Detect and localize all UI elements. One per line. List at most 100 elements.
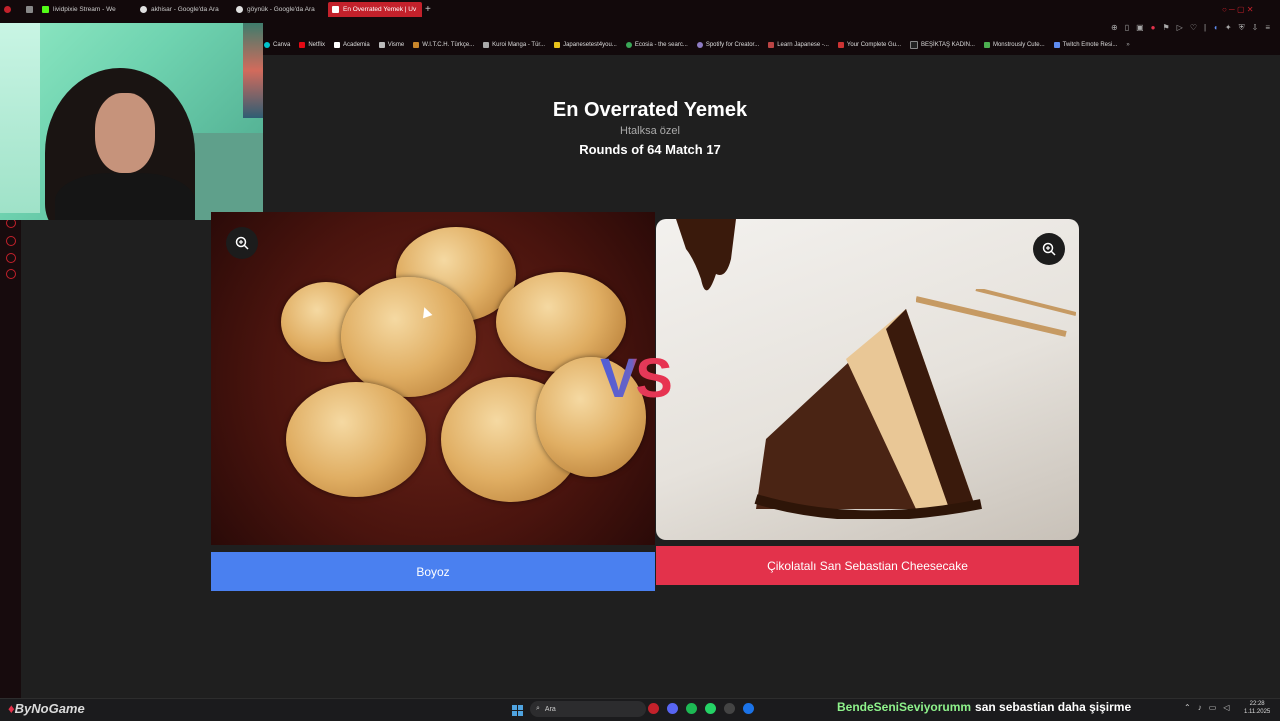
- left-option-image[interactable]: [211, 212, 655, 545]
- bookmark-label: Kuroi Manga - Tür...: [492, 42, 546, 48]
- webcam-shelf: [185, 133, 263, 220]
- webcam-poster: [243, 23, 263, 118]
- bookmark-label: Monstrously Cute...: [992, 42, 1045, 48]
- bookmark[interactable]: Learn Japanese -...: [768, 42, 829, 48]
- translate-icon[interactable]: ⚑: [1163, 23, 1170, 33]
- clock[interactable]: 22:28 1.11.2025: [1244, 700, 1270, 716]
- zoom-icon[interactable]: ⊕: [1111, 23, 1118, 33]
- brand-flame-icon: ♦: [8, 701, 15, 716]
- volume-icon[interactable]: ◁: [1223, 703, 1229, 712]
- bookmark[interactable]: Visme: [378, 42, 404, 48]
- heart-icon[interactable]: ♡: [1190, 23, 1197, 33]
- bookmark-label: Your Complete Gu...: [846, 42, 902, 48]
- bookmark-label: Academia: [343, 42, 370, 48]
- bookmark[interactable]: Ecosia - the searc...: [625, 42, 688, 48]
- zoom-in-icon[interactable]: [226, 227, 258, 259]
- sidebar-icon[interactable]: [6, 236, 16, 246]
- tab-kick-stream[interactable]: lividpixie Stream - We: [42, 2, 128, 17]
- chat-overlay: BendeSeniSeviyorumm san sebastian daha şi…: [837, 700, 1131, 714]
- system-tray: ⌃ ♪ ▭ ◁: [1184, 703, 1229, 712]
- bookmark-label: Ecosia - the searc...: [634, 42, 688, 48]
- bookmark[interactable]: Monstrously Cute...: [983, 42, 1045, 48]
- sidebar-icon[interactable]: [6, 269, 16, 279]
- puzzle-icon[interactable]: ✦: [1225, 23, 1232, 33]
- taskbar-search[interactable]: ⌕ Ara: [530, 701, 646, 717]
- chevron-up-icon[interactable]: ⌃: [1184, 703, 1191, 712]
- page-subtitle: Htalksa özel: [620, 125, 680, 137]
- bookmark[interactable]: Spotify for Creator...: [696, 42, 760, 48]
- webcam-overlay: [0, 23, 263, 220]
- bookmarks-bar: Canva Netflix Academia Visme W.I.T.C.H. …: [264, 38, 1280, 52]
- taskbar-apps: [648, 703, 754, 714]
- choose-right-button[interactable]: Çikolatalı San Sebastian Cheesecake: [656, 546, 1079, 585]
- fork: [916, 289, 1076, 337]
- streamer-face: [95, 93, 155, 173]
- extension-icon[interactable]: ▯: [1125, 23, 1129, 33]
- screenshot-icon[interactable]: ▣: [1136, 23, 1144, 33]
- bookmark[interactable]: BEŞİKTAŞ KADIN...: [910, 41, 975, 49]
- play-icon[interactable]: ▷: [1177, 23, 1183, 33]
- bookmark-label: Japanesetest4you...: [563, 42, 617, 48]
- bookmark[interactable]: Academia: [334, 42, 370, 48]
- bookmark-label: W.I.T.C.H. Türkçe...: [422, 42, 475, 48]
- chocolate-drip: [676, 219, 736, 291]
- choose-left-button[interactable]: Boyoz: [211, 552, 655, 591]
- bookmark[interactable]: Twitch Emote Resi...: [1053, 42, 1118, 48]
- tab-overview-icon[interactable]: [26, 2, 38, 17]
- discord-icon[interactable]: [667, 703, 678, 714]
- browser-extension-icons[interactable]: ⊕ ▯ ▣ ● ⚑ ▷ ♡ | ◖ ✦ ⛨ ⇩ ≡: [1111, 23, 1270, 33]
- tab-label: En Overrated Yemek | Uv: [343, 6, 417, 13]
- sidebar-icon[interactable]: [6, 253, 16, 263]
- microphone-icon[interactable]: ♪: [1198, 703, 1202, 712]
- spotify-icon[interactable]: [686, 703, 697, 714]
- brand-label: ByNoGame: [14, 701, 85, 716]
- bookmark-label: Netflix: [308, 42, 326, 48]
- tab-active[interactable]: En Overrated Yemek | Uv: [328, 2, 422, 17]
- search-icon: ⌕: [536, 705, 540, 712]
- clock-date: 1.11.2025: [1244, 709, 1271, 715]
- pastry: [286, 382, 426, 497]
- bookmark[interactable]: Canva: [264, 42, 290, 48]
- new-tab-button[interactable]: +: [425, 2, 435, 17]
- audio-icon[interactable]: ◖: [1213, 23, 1218, 33]
- bookmark-label: Canva: [273, 42, 291, 48]
- chat-username: BendeSeniSeviyorumm: [837, 700, 972, 714]
- tab-akhisar[interactable]: akhisar - Google'da Ara: [140, 2, 224, 17]
- divider-icon: |: [1204, 23, 1207, 32]
- bookmark[interactable]: Netflix: [299, 42, 325, 48]
- window-controls[interactable]: ○ ─ ▢ ✕: [1222, 2, 1276, 17]
- pastry: [341, 277, 476, 397]
- record-icon[interactable]: ●: [1151, 23, 1156, 33]
- obs-icon[interactable]: [724, 703, 735, 714]
- page-title: En Overrated Yemek: [552, 99, 748, 121]
- bookmark[interactable]: Your Complete Gu...: [837, 42, 902, 48]
- tab-label: akhisar - Google'da Ara: [151, 6, 219, 13]
- clock-time: 22:28: [1249, 701, 1265, 707]
- whatsapp-icon[interactable]: [705, 703, 716, 714]
- streamer-body: [55, 173, 195, 220]
- bookmarks-overflow-icon[interactable]: »: [1126, 42, 1129, 48]
- start-button[interactable]: [512, 703, 523, 721]
- tab-label: lividpixie Stream - We: [53, 6, 116, 13]
- chat-message: san sebastian daha şişirme: [975, 700, 1132, 714]
- bookmark[interactable]: Japanesetest4you...: [554, 42, 617, 48]
- shield-icon[interactable]: ⛨: [1239, 23, 1245, 33]
- zoom-in-icon[interactable]: [1033, 233, 1065, 265]
- brand-logo: ♦ByNoGame: [8, 701, 85, 716]
- menu-icon[interactable]: ≡: [1265, 23, 1270, 33]
- bookmark-label: Twitch Emote Resi...: [1062, 42, 1118, 48]
- right-option-image[interactable]: [656, 219, 1079, 540]
- bookmark[interactable]: W.I.T.C.H. Türkçe...: [413, 42, 474, 48]
- network-icon[interactable]: ▭: [1209, 703, 1217, 712]
- bookmark-label: Spotify for Creator...: [705, 42, 760, 48]
- vs-label: VS: [600, 346, 673, 409]
- browser-menu-icon[interactable]: [4, 2, 18, 17]
- bookmark-label: BEŞİKTAŞ KADIN...: [921, 42, 975, 48]
- tab-goynuk[interactable]: göynük - Google'da Ara: [236, 2, 320, 17]
- opera-gx-icon[interactable]: [648, 703, 659, 714]
- bookmark[interactable]: Kuroi Manga - Tür...: [483, 42, 545, 48]
- steam-icon[interactable]: [743, 703, 754, 714]
- download-icon[interactable]: ⇩: [1252, 23, 1259, 33]
- bookmark-label: Learn Japanese -...: [777, 42, 829, 48]
- round-info: Rounds of 64 Match 17: [579, 142, 721, 157]
